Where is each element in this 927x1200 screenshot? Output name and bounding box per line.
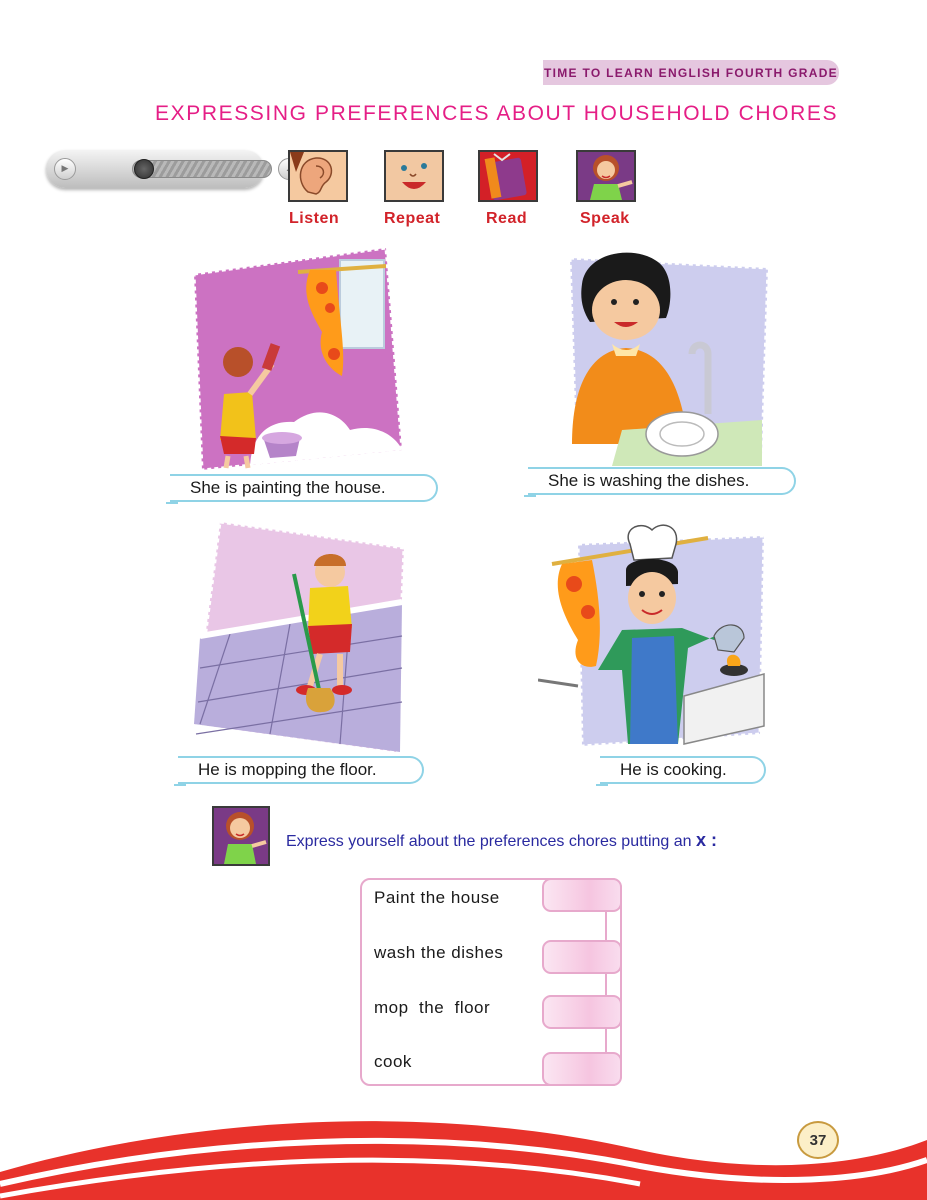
chore-label-mop: mop the floor [374,998,491,1017]
instruction-text: Express yourself about the preferences c… [286,833,692,850]
skill-label-speak: Speak [580,210,630,227]
painting-illustration [190,244,412,474]
grade-banner-text: TIME TO LEARN ENGLISH FOURTH GRADE [544,65,838,80]
speaking-girl-icon [212,806,270,866]
skill-label-repeat: Repeat [384,210,441,227]
skill-label-read: Read [486,210,528,227]
exercise-instruction: Express yourself about the preferences c… [286,830,717,851]
read-skill [478,150,540,202]
caption-mopping: He is mopping the floor. [174,756,424,786]
page-number: 37 [797,1121,839,1159]
repeat-skill [384,150,446,202]
washing-dishes-illustration [562,244,772,466]
listen-skill [288,150,350,202]
mopping-illustration [190,518,408,754]
caption-cooking: He is cooking. [596,756,766,786]
speak-skill [576,150,638,202]
audio-scrubber-handle[interactable] [134,159,154,179]
chore-checkbox-dishes[interactable] [542,940,622,974]
cooking-illustration [538,520,768,752]
chore-checkbox-mop[interactable] [542,995,622,1029]
instruction-mark: x : [696,830,718,850]
audio-player: ▶ ♫ [46,150,300,188]
speak-prompt-avatar [212,806,274,866]
book-icon [478,150,538,202]
checklist-divider [605,908,607,1058]
grade-banner: TIME TO LEARN ENGLISH FOURTH GRADE [543,60,839,85]
chore-label-dishes: wash the dishes [374,943,504,962]
chore-label-cook: cook [374,1052,412,1071]
face-icon [384,150,444,202]
speaking-girl-icon [576,150,636,202]
caption-washing-dishes: She is washing the dishes. [524,467,796,497]
chore-label-paint: Paint the house [374,888,500,907]
ear-icon [288,150,348,202]
chore-checkbox-paint[interactable] [542,878,622,912]
caption-painting: She is painting the house. [166,474,438,504]
footer-swoosh [0,1121,927,1200]
page-title: EXPRESSING PREFERENCES ABOUT HOUSEHOLD C… [155,102,839,125]
skill-label-listen: Listen [289,210,340,227]
play-icon[interactable]: ▶ [54,158,76,180]
